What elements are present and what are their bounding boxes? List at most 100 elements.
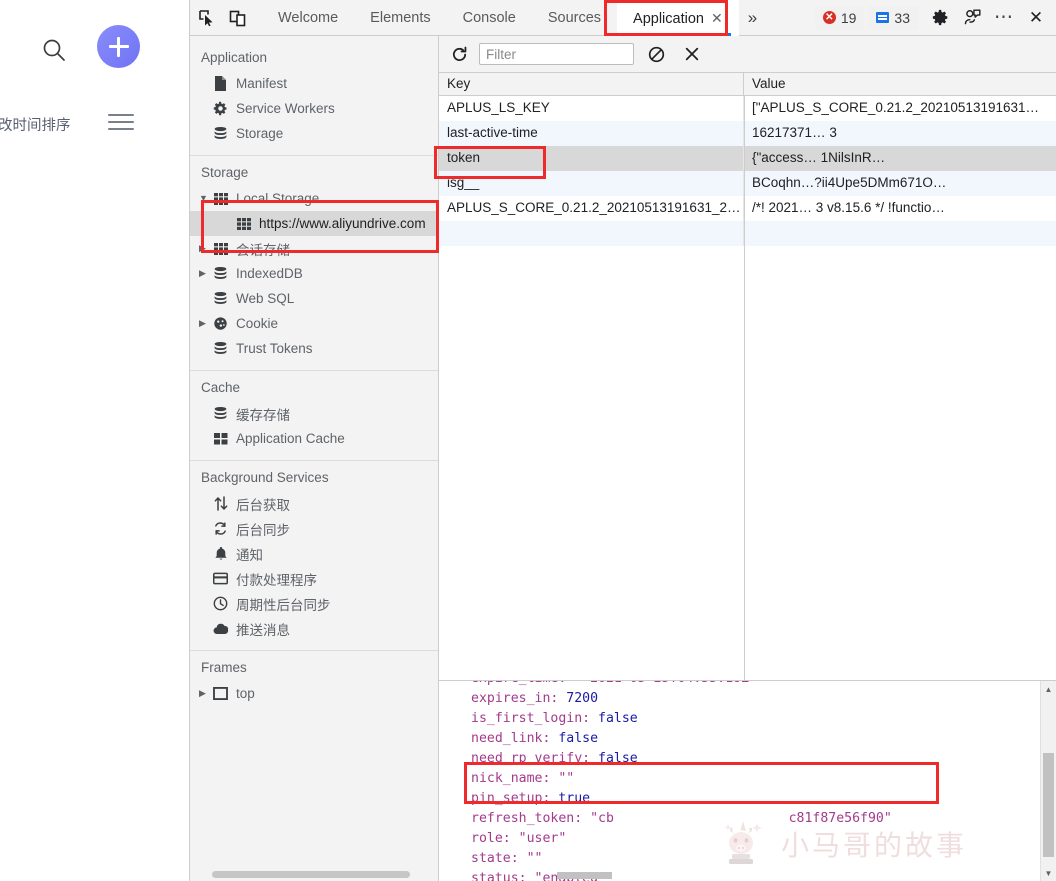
preview-horizontal-scrollbar[interactable] — [557, 872, 612, 879]
sidebar-item-local-storage[interactable]: ▼ Local Storage — [190, 186, 438, 211]
sidebar-item-trust-tokens[interactable]: Trust Tokens — [190, 336, 438, 361]
database-icon — [212, 266, 229, 281]
sidebar-item-label: Web SQL — [236, 291, 294, 306]
sidebar-item-periodic-background-sync[interactable]: 周期性后台同步 — [190, 591, 438, 616]
tab-label: Sources — [548, 10, 601, 26]
sidebar-item-indexeddb[interactable]: ▶ IndexedDB — [190, 261, 438, 286]
chevron-right-icon[interactable]: ▶ — [199, 689, 210, 698]
column-header-key[interactable]: Key — [439, 73, 744, 95]
chevron-down-icon[interactable]: ▼ — [199, 194, 210, 203]
bell-icon — [212, 546, 229, 561]
preview-vertical-scrollbar[interactable]: ▲ ▼ — [1040, 681, 1056, 881]
sidebar-item-service-workers[interactable]: Service Workers — [190, 96, 438, 121]
sidebar-item-label: Application Cache — [236, 431, 345, 446]
cell-key: token — [439, 146, 744, 171]
devtools-toolbar-right: ✕ 19 33 — [815, 4, 1056, 32]
sidebar-item-cookie[interactable]: ▶ Cookie — [190, 311, 438, 336]
tab-overflow-button[interactable]: » — [739, 0, 766, 36]
table-row-empty[interactable] — [439, 221, 1056, 246]
sidebar-item-label: 周期性后台同步 — [236, 594, 331, 614]
table-row[interactable]: APLUS_LS_KEY ["APLUS_S_CORE_0.21.2_20210… — [439, 96, 1056, 121]
sidebar-item-cache-storage[interactable]: 缓存存储 — [190, 401, 438, 426]
tab-elements[interactable]: Elements — [354, 0, 446, 36]
delete-selected-icon[interactable] — [678, 41, 706, 67]
search-icon[interactable] — [38, 35, 72, 69]
sidebar-item-push-messaging[interactable]: 推送消息 — [190, 616, 438, 641]
tab-label: Application — [633, 11, 704, 27]
screenshot-root: 改时间排序 Welcome — [0, 0, 1056, 881]
sidebar-item-aliyundrive-origin[interactable]: https://www.aliyundrive.com — [190, 211, 438, 236]
cell-key: isg__ — [439, 171, 744, 196]
sidebar-item-label: Local Storage — [236, 191, 319, 206]
json-value: "2021-05-25T04:55:18Z" — [582, 680, 757, 686]
json-key: need_link: — [471, 731, 550, 746]
storage-content: Key Value APLUS_LS_KEY ["APLUS_S_CORE_0.… — [439, 36, 1056, 881]
tab-console[interactable]: Console — [447, 0, 532, 36]
json-value: false — [598, 711, 638, 726]
filter-input[interactable] — [479, 43, 634, 65]
sidebar-item-payment-handler[interactable]: 付款处理程序 — [190, 566, 438, 591]
sidebar-horizontal-scrollbar[interactable] — [212, 871, 410, 878]
sidebar-item-web-sql[interactable]: Web SQL — [190, 286, 438, 311]
error-counter[interactable]: ✕ 19 — [815, 6, 865, 30]
clear-all-icon[interactable] — [642, 41, 670, 67]
chevron-right-icon[interactable]: ▶ — [199, 319, 210, 328]
tab-sources[interactable]: Sources — [532, 0, 617, 36]
settings-gear-icon[interactable] — [926, 4, 954, 32]
cookie-icon — [212, 316, 229, 331]
value-preview-panel[interactable]: expire_time: "2021-05-25T04:55:18Z" expi… — [439, 680, 1056, 881]
table-row[interactable]: isg__ BCoqhn…?ii4Upe5DMm671O… — [439, 171, 1056, 196]
cloud-icon — [212, 621, 229, 636]
close-devtools-icon[interactable]: ✕ — [1022, 4, 1050, 32]
refresh-icon[interactable] — [446, 41, 472, 67]
sidebar-item-notifications[interactable]: 通知 — [190, 541, 438, 566]
json-value: false — [598, 751, 638, 766]
close-icon[interactable]: ✕ — [711, 0, 723, 36]
table-row[interactable]: APLUS_S_CORE_0.21.2_20210513191631_2… /*… — [439, 196, 1056, 221]
chevron-right-icon[interactable]: ▶ — [199, 244, 210, 253]
tab-label: Welcome — [278, 10, 338, 26]
column-header-value[interactable]: Value — [744, 73, 1056, 95]
sidebar-item-session-storage[interactable]: ▶ 会话存储 — [190, 236, 438, 261]
json-value: "" — [558, 771, 574, 786]
more-options-icon[interactable]: ⋯ — [990, 4, 1018, 32]
sidebar-item-frame-top[interactable]: ▶ top — [190, 681, 438, 706]
sort-label[interactable]: 改时间排序 — [0, 114, 71, 135]
sidebar-item-label: 后台获取 — [236, 494, 290, 514]
message-counter[interactable]: 33 — [868, 6, 918, 30]
scroll-down-arrow-icon[interactable]: ▼ — [1041, 865, 1056, 881]
grid-icon — [212, 241, 229, 256]
chevron-right-icon[interactable]: ▶ — [199, 269, 210, 278]
frame-icon — [212, 686, 229, 701]
devtools-body: Application Manifest Service Workers — [190, 36, 1056, 881]
sidebar-item-label: 通知 — [236, 544, 263, 564]
table-row[interactable]: last-active-time 16217371… 3 — [439, 121, 1056, 146]
cell-value: ["APLUS_S_CORE_0.21.2_20210513191631… — [744, 96, 1056, 121]
sidebar-section-application: Application — [190, 44, 438, 71]
feedback-icon[interactable] — [958, 4, 986, 32]
scroll-up-arrow-icon[interactable]: ▲ — [1041, 681, 1056, 697]
application-sidebar[interactable]: Application Manifest Service Workers — [190, 36, 439, 881]
sidebar-item-manifest[interactable]: Manifest — [190, 71, 438, 96]
storage-toolbar — [439, 36, 1056, 73]
column-resizer[interactable] — [744, 96, 745, 680]
device-toolbar-icon[interactable] — [224, 4, 252, 32]
sidebar-item-background-sync[interactable]: 后台同步 — [190, 516, 438, 541]
sidebar-item-storage[interactable]: Storage — [190, 121, 438, 146]
sidebar-item-application-cache[interactable]: Application Cache — [190, 426, 438, 451]
inspect-element-icon[interactable] — [193, 4, 221, 32]
local-storage-table[interactable]: Key Value APLUS_LS_KEY ["APLUS_S_CORE_0.… — [439, 73, 1056, 680]
scrollbar-thumb[interactable] — [1043, 753, 1054, 857]
cell-key: last-active-time — [439, 121, 744, 146]
table-row-token[interactable]: token {"access… 1NilsInR… — [439, 146, 1056, 171]
hamburger-menu-icon[interactable] — [108, 114, 134, 130]
json-key: status: — [471, 871, 527, 881]
tab-welcome[interactable]: Welcome — [262, 0, 354, 36]
sidebar-item-label: https://www.aliyundrive.com — [259, 216, 426, 231]
sidebar-item-label: 后台同步 — [236, 519, 290, 539]
grid-icon — [212, 431, 229, 446]
sidebar-item-background-fetch[interactable]: 后台获取 — [190, 491, 438, 516]
cell-value: /*! 2021… 3 v8.15.6 */ !functio… — [744, 196, 1056, 221]
add-button[interactable] — [97, 25, 140, 68]
tab-application[interactable]: Application ✕ — [617, 0, 739, 36]
